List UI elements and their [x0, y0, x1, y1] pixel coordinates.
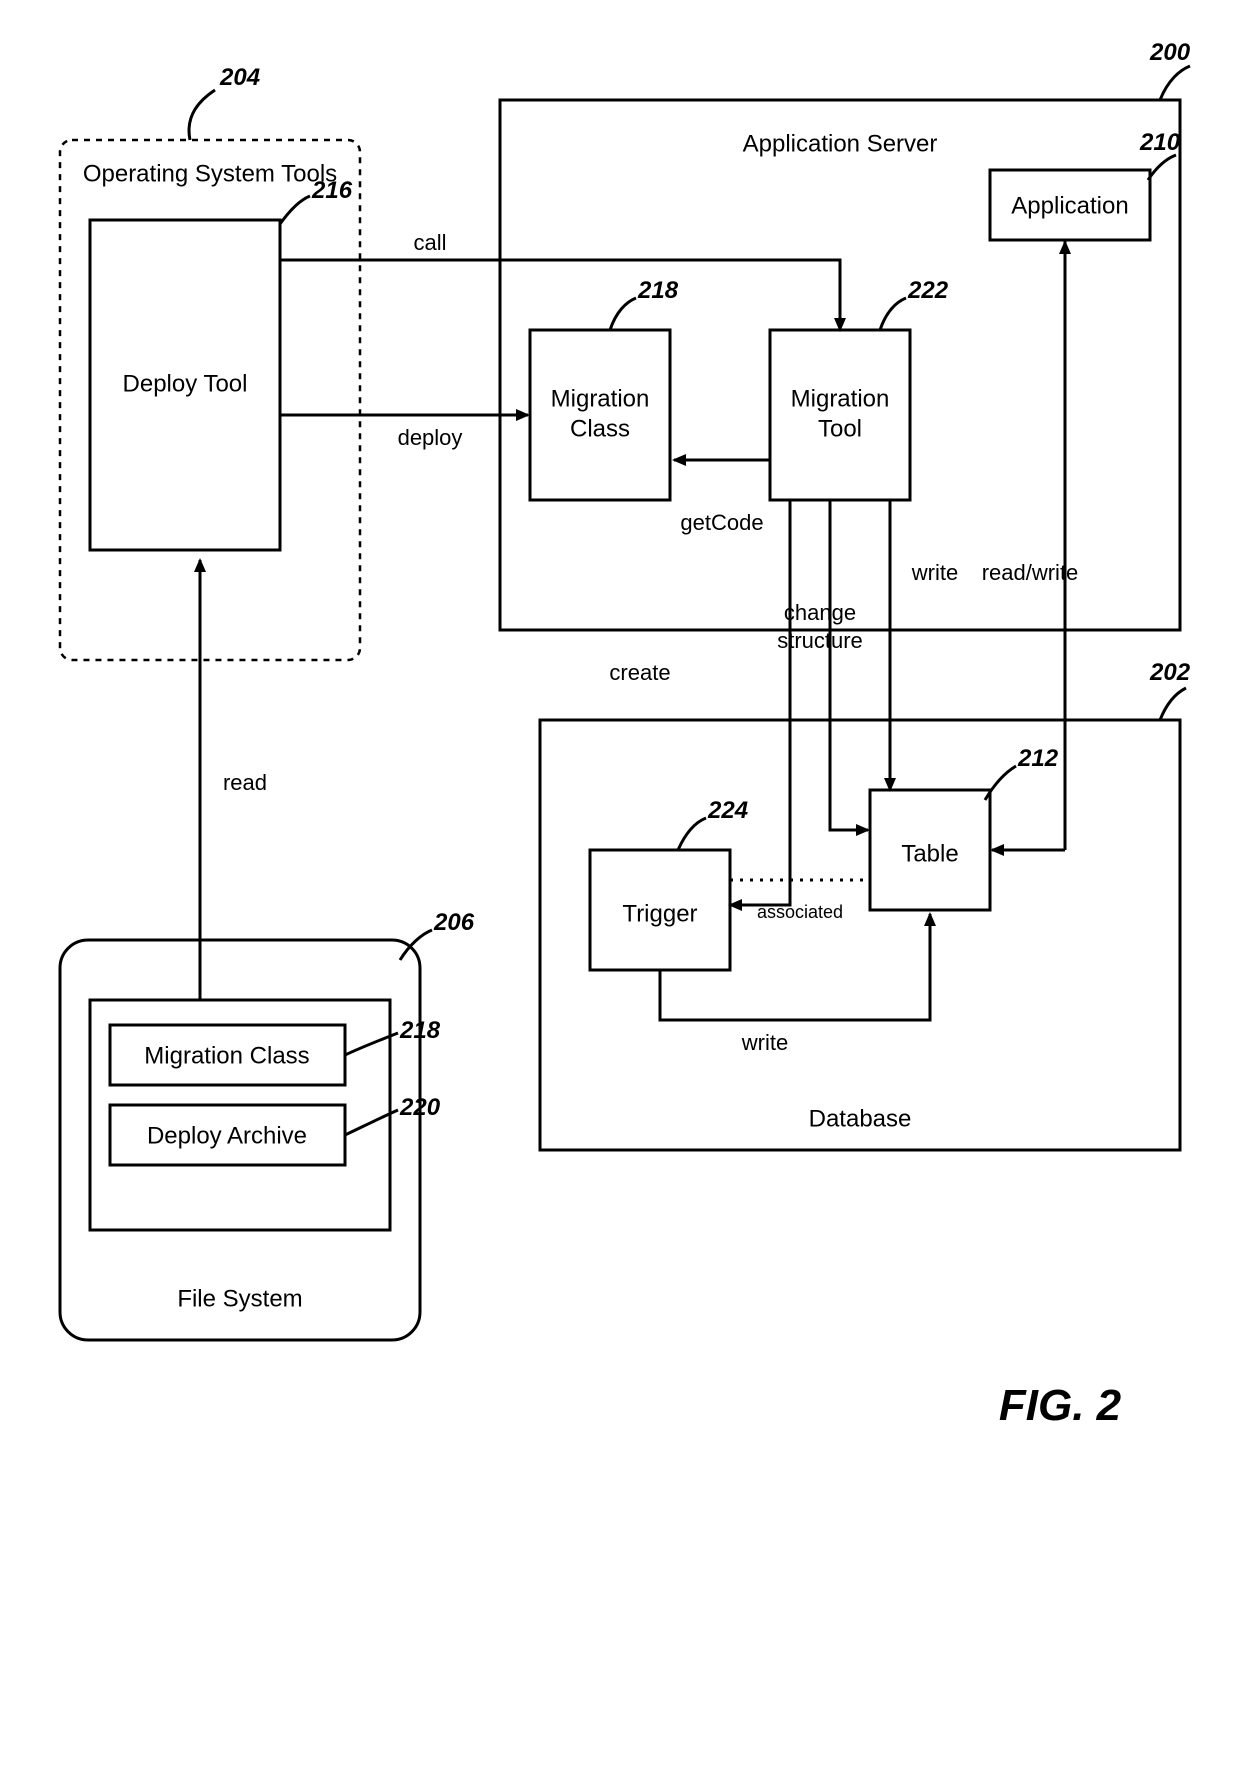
edge-write: write	[911, 560, 958, 585]
edge-read: read	[223, 770, 267, 795]
edge-create: create	[609, 660, 670, 685]
ref-204: 204	[219, 64, 260, 91]
ref-216: 216	[311, 177, 353, 204]
ref-218a: 218	[637, 277, 679, 304]
edge-change2: structure	[777, 628, 863, 653]
app-server-label: Application Server	[743, 130, 938, 157]
ref-222: 222	[907, 277, 949, 304]
migration-class-fs-label: Migration Class	[144, 1042, 309, 1069]
deploy-archive-label: Deploy Archive	[147, 1122, 307, 1149]
table-label: Table	[901, 840, 958, 867]
ref-212: 212	[1017, 745, 1059, 772]
trigger-label: Trigger	[622, 900, 697, 927]
diagram-canvas: Operating System Tools Deploy Tool Appli…	[0, 0, 1240, 1785]
ref-202: 202	[1149, 659, 1191, 686]
application-label: Application	[1011, 192, 1128, 219]
migration-class-as-l1: Migration	[551, 385, 650, 412]
ref-210: 210	[1139, 129, 1181, 156]
edge-deploy: deploy	[398, 425, 463, 450]
ref-200: 200	[1149, 39, 1191, 66]
database-label: Database	[809, 1105, 912, 1132]
edge-write-trigger: write	[741, 1030, 788, 1055]
edge-change1: change	[784, 600, 856, 625]
migration-tool-l1: Migration	[791, 385, 890, 412]
ref-224: 224	[707, 797, 748, 824]
migration-class-as-l2: Class	[570, 415, 630, 442]
figure-label: FIG. 2	[999, 1381, 1122, 1430]
edge-readwrite: read/write	[982, 560, 1079, 585]
os-tools-label: Operating System Tools	[83, 160, 337, 187]
ref-206: 206	[433, 909, 475, 936]
file-system-label: File System	[177, 1285, 302, 1312]
migration-tool-l2: Tool	[818, 415, 862, 442]
edge-getcode: getCode	[680, 510, 763, 535]
ref-218b: 218	[399, 1017, 441, 1044]
deploy-tool-label: Deploy Tool	[123, 370, 248, 397]
edge-call: call	[413, 230, 446, 255]
ref-220: 220	[399, 1094, 441, 1121]
edge-associated: associated	[757, 902, 843, 922]
